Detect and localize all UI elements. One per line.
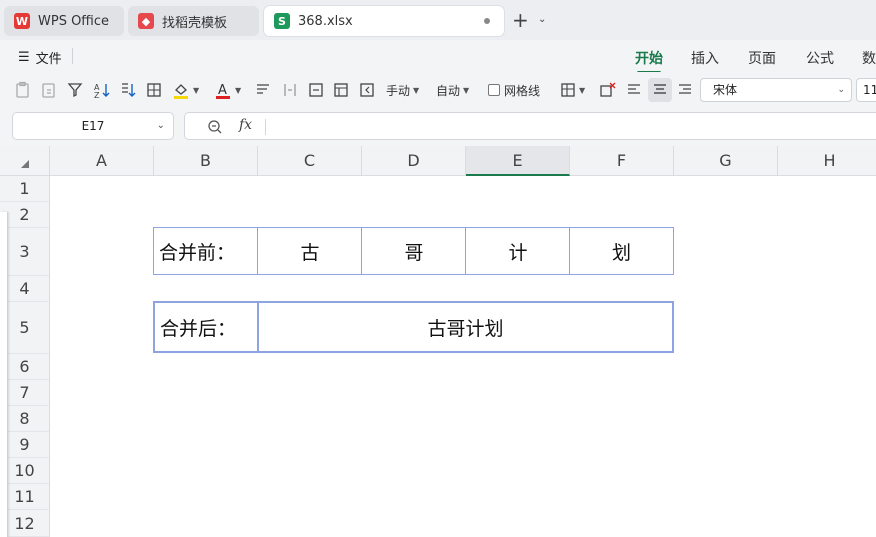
- column-header-c[interactable]: C: [258, 146, 362, 176]
- auto-dropdown[interactable]: 自动 ▼: [436, 80, 469, 100]
- gridlines-checkbox[interactable]: [488, 84, 500, 96]
- cell-b3[interactable]: 合并前：: [153, 227, 258, 275]
- chevron-down-icon[interactable]: ⌄: [538, 14, 546, 25]
- zoom-search-icon[interactable]: [207, 119, 223, 139]
- tab-368-xlsx[interactable]: S 368.xlsx: [264, 6, 504, 36]
- ribbon-tab-insert[interactable]: 插入: [691, 48, 719, 68]
- column-header-h[interactable]: H: [778, 146, 876, 176]
- column-header-e[interactable]: E: [466, 146, 570, 176]
- formula-bar: E17 ⌄ fx: [0, 108, 876, 146]
- tab-label: WPS Office: [38, 13, 110, 29]
- cell-e3[interactable]: 计: [465, 227, 570, 275]
- formula-input[interactable]: fx: [184, 112, 876, 140]
- file-menu-button[interactable]: ☰ 文件: [18, 48, 62, 67]
- auto-label: 自动: [436, 83, 461, 98]
- font-size-select[interactable]: 11: [856, 78, 876, 102]
- gridlines-toggle[interactable]: 网格线: [488, 80, 540, 100]
- table-style-icon[interactable]: [333, 80, 349, 100]
- manual-dropdown[interactable]: 手动 ▼: [386, 80, 419, 100]
- table-format-icon[interactable]: ▼: [560, 80, 585, 100]
- merged-cell-c5-f5[interactable]: 古哥计划: [257, 301, 674, 353]
- freeze-pane-icon[interactable]: [359, 80, 375, 100]
- paste-format-icon[interactable]: [40, 80, 58, 100]
- cell-d3[interactable]: 哥: [361, 227, 466, 275]
- ribbon-tab-data[interactable]: 数: [862, 48, 876, 68]
- new-tab-plus-icon[interactable]: +: [512, 10, 529, 30]
- align-right-icon[interactable]: [678, 80, 692, 100]
- column-width-icon[interactable]: [282, 80, 298, 100]
- cell-f3[interactable]: 划: [569, 227, 674, 275]
- clear-format-icon[interactable]: [599, 80, 617, 100]
- unsaved-dot-icon[interactable]: [484, 18, 490, 24]
- row-header-1[interactable]: 1: [0, 176, 50, 202]
- ribbon-tab-page[interactable]: 页面: [748, 48, 776, 68]
- font-family-value: 宋体: [713, 83, 738, 97]
- chevron-down-icon: ⌄: [837, 85, 845, 95]
- select-all-corner[interactable]: [0, 146, 50, 176]
- chevron-down-icon: ⌄: [156, 120, 165, 131]
- sort-ascending-icon[interactable]: AZ: [93, 80, 111, 100]
- hamburger-icon: ☰: [18, 50, 30, 65]
- cell-style-icon[interactable]: [308, 80, 324, 100]
- ribbon-tab-formula[interactable]: 公式: [806, 48, 834, 68]
- sort-custom-icon[interactable]: [119, 80, 137, 100]
- cell-reference: E17: [81, 119, 105, 133]
- align-left-icon[interactable]: [627, 80, 641, 100]
- column-header-d[interactable]: D: [362, 146, 466, 176]
- fx-icon[interactable]: fx: [239, 117, 252, 133]
- spreadsheet-grid[interactable]: A B C D E F G H 1 2 3 4 5 6 7 8 9 10 11 …: [0, 146, 876, 537]
- svg-text:A: A: [218, 83, 227, 98]
- font-color-icon[interactable]: A ▼: [214, 80, 241, 100]
- gridlines-label: 网格线: [504, 83, 541, 98]
- column-header-b[interactable]: B: [154, 146, 258, 176]
- wps-logo-icon: W: [14, 13, 30, 29]
- divider: [265, 119, 266, 135]
- tab-wps-office[interactable]: W WPS Office: [4, 6, 124, 36]
- cell-c3[interactable]: 古: [257, 227, 362, 275]
- tab-label: 找稻壳模板: [162, 15, 228, 31]
- column-header-a[interactable]: A: [50, 146, 154, 176]
- font-family-select[interactable]: 宋体 ⌄: [700, 78, 852, 102]
- align-center-icon[interactable]: [648, 78, 672, 102]
- menu-row: ☰ 文件 开始 插入 页面 公式 数: [0, 40, 876, 74]
- column-header-f[interactable]: F: [570, 146, 674, 176]
- paste-values-icon[interactable]: [14, 80, 32, 100]
- daoke-logo-icon: ◆: [138, 13, 154, 29]
- tab-bar: W WPS Office ◆ 找稻壳模板 S 368.xlsx + ⌄: [0, 0, 876, 40]
- file-menu-label: 文件: [35, 52, 62, 67]
- cell-b5[interactable]: 合并后：: [153, 301, 258, 353]
- manual-label: 手动: [386, 83, 411, 98]
- svg-text:Z: Z: [94, 91, 100, 99]
- tab-daoke-templates[interactable]: ◆ 找稻壳模板: [128, 6, 259, 36]
- name-box[interactable]: E17 ⌄: [12, 112, 174, 140]
- divider: [72, 48, 73, 64]
- tab-label: 368.xlsx: [298, 13, 353, 29]
- border-icon[interactable]: [146, 80, 162, 100]
- ribbon-tab-home[interactable]: 开始: [635, 48, 663, 74]
- font-size-value: 11: [863, 83, 876, 97]
- text-wrap-icon[interactable]: [255, 80, 271, 100]
- filter-icon[interactable]: [67, 80, 83, 100]
- fill-color-icon[interactable]: ▼: [172, 80, 199, 100]
- side-panel-edge[interactable]: [0, 212, 8, 537]
- column-header-g[interactable]: G: [674, 146, 778, 176]
- spreadsheet-icon: S: [274, 13, 290, 29]
